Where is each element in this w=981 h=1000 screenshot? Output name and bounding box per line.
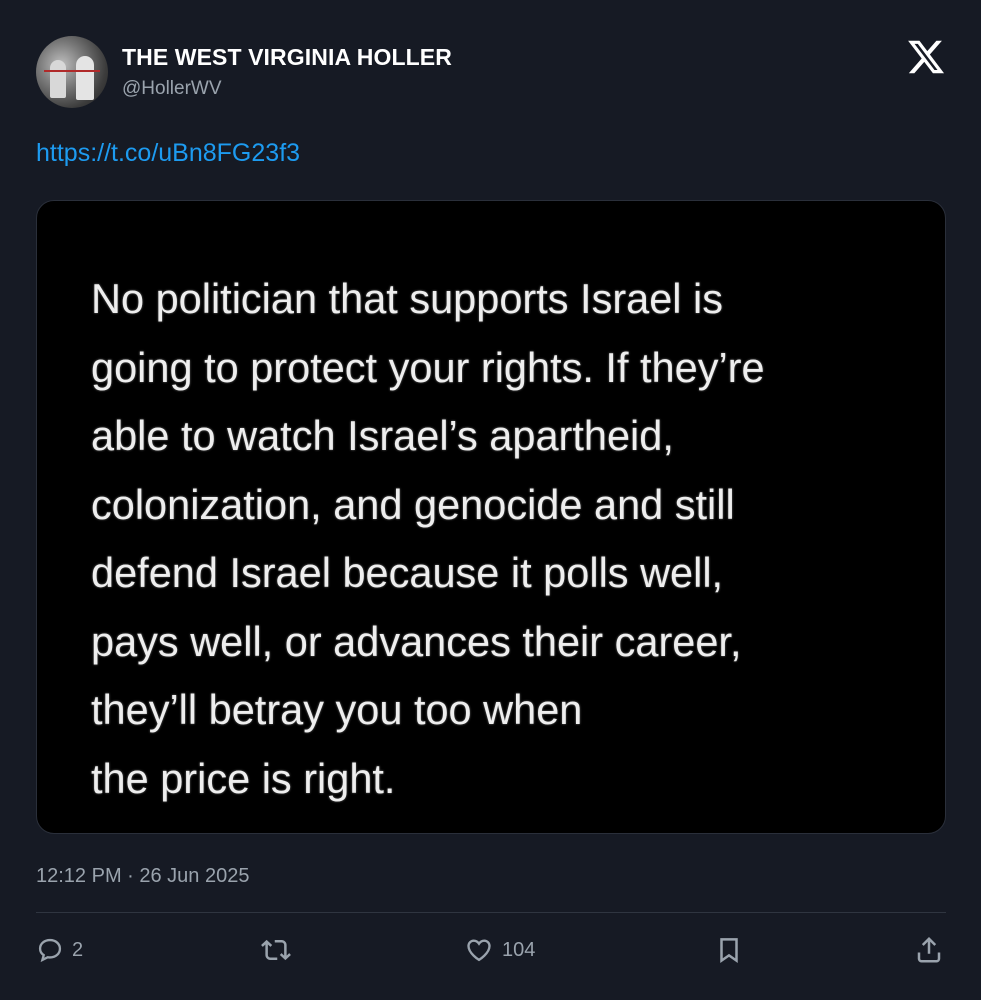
bookmark-icon xyxy=(720,938,738,964)
like-count: 104 xyxy=(502,938,536,961)
reply-count: 2 xyxy=(72,938,84,961)
tweet-card: THE WEST VIRGINIA HOLLER @HollerWV https… xyxy=(0,0,981,1000)
reply-icon xyxy=(38,938,62,963)
image-text: No politician that supports Israel is go… xyxy=(91,275,765,802)
reply-button[interactable]: 2 xyxy=(36,932,83,968)
like-icon xyxy=(467,939,491,962)
share-icon xyxy=(917,936,941,963)
share-button[interactable] xyxy=(914,932,944,968)
avatar[interactable] xyxy=(36,36,108,108)
author-handle[interactable]: @HollerWV xyxy=(122,78,222,100)
retweet-icon xyxy=(261,939,291,961)
author-name[interactable]: THE WEST VIRGINIA HOLLER xyxy=(122,44,452,71)
bookmark-button[interactable] xyxy=(714,932,744,968)
timestamp[interactable]: 12:12 PM · 26 Jun 2025 xyxy=(36,865,249,888)
x-logo-icon[interactable] xyxy=(906,37,946,77)
tweet-link[interactable]: https://t.co/uBn8FG23f3 xyxy=(36,139,300,168)
tweet-image[interactable]: No politician that supports Israel is go… xyxy=(36,200,946,834)
divider xyxy=(36,912,946,913)
like-button[interactable]: 104 xyxy=(464,932,535,968)
retweet-button[interactable] xyxy=(259,932,293,968)
